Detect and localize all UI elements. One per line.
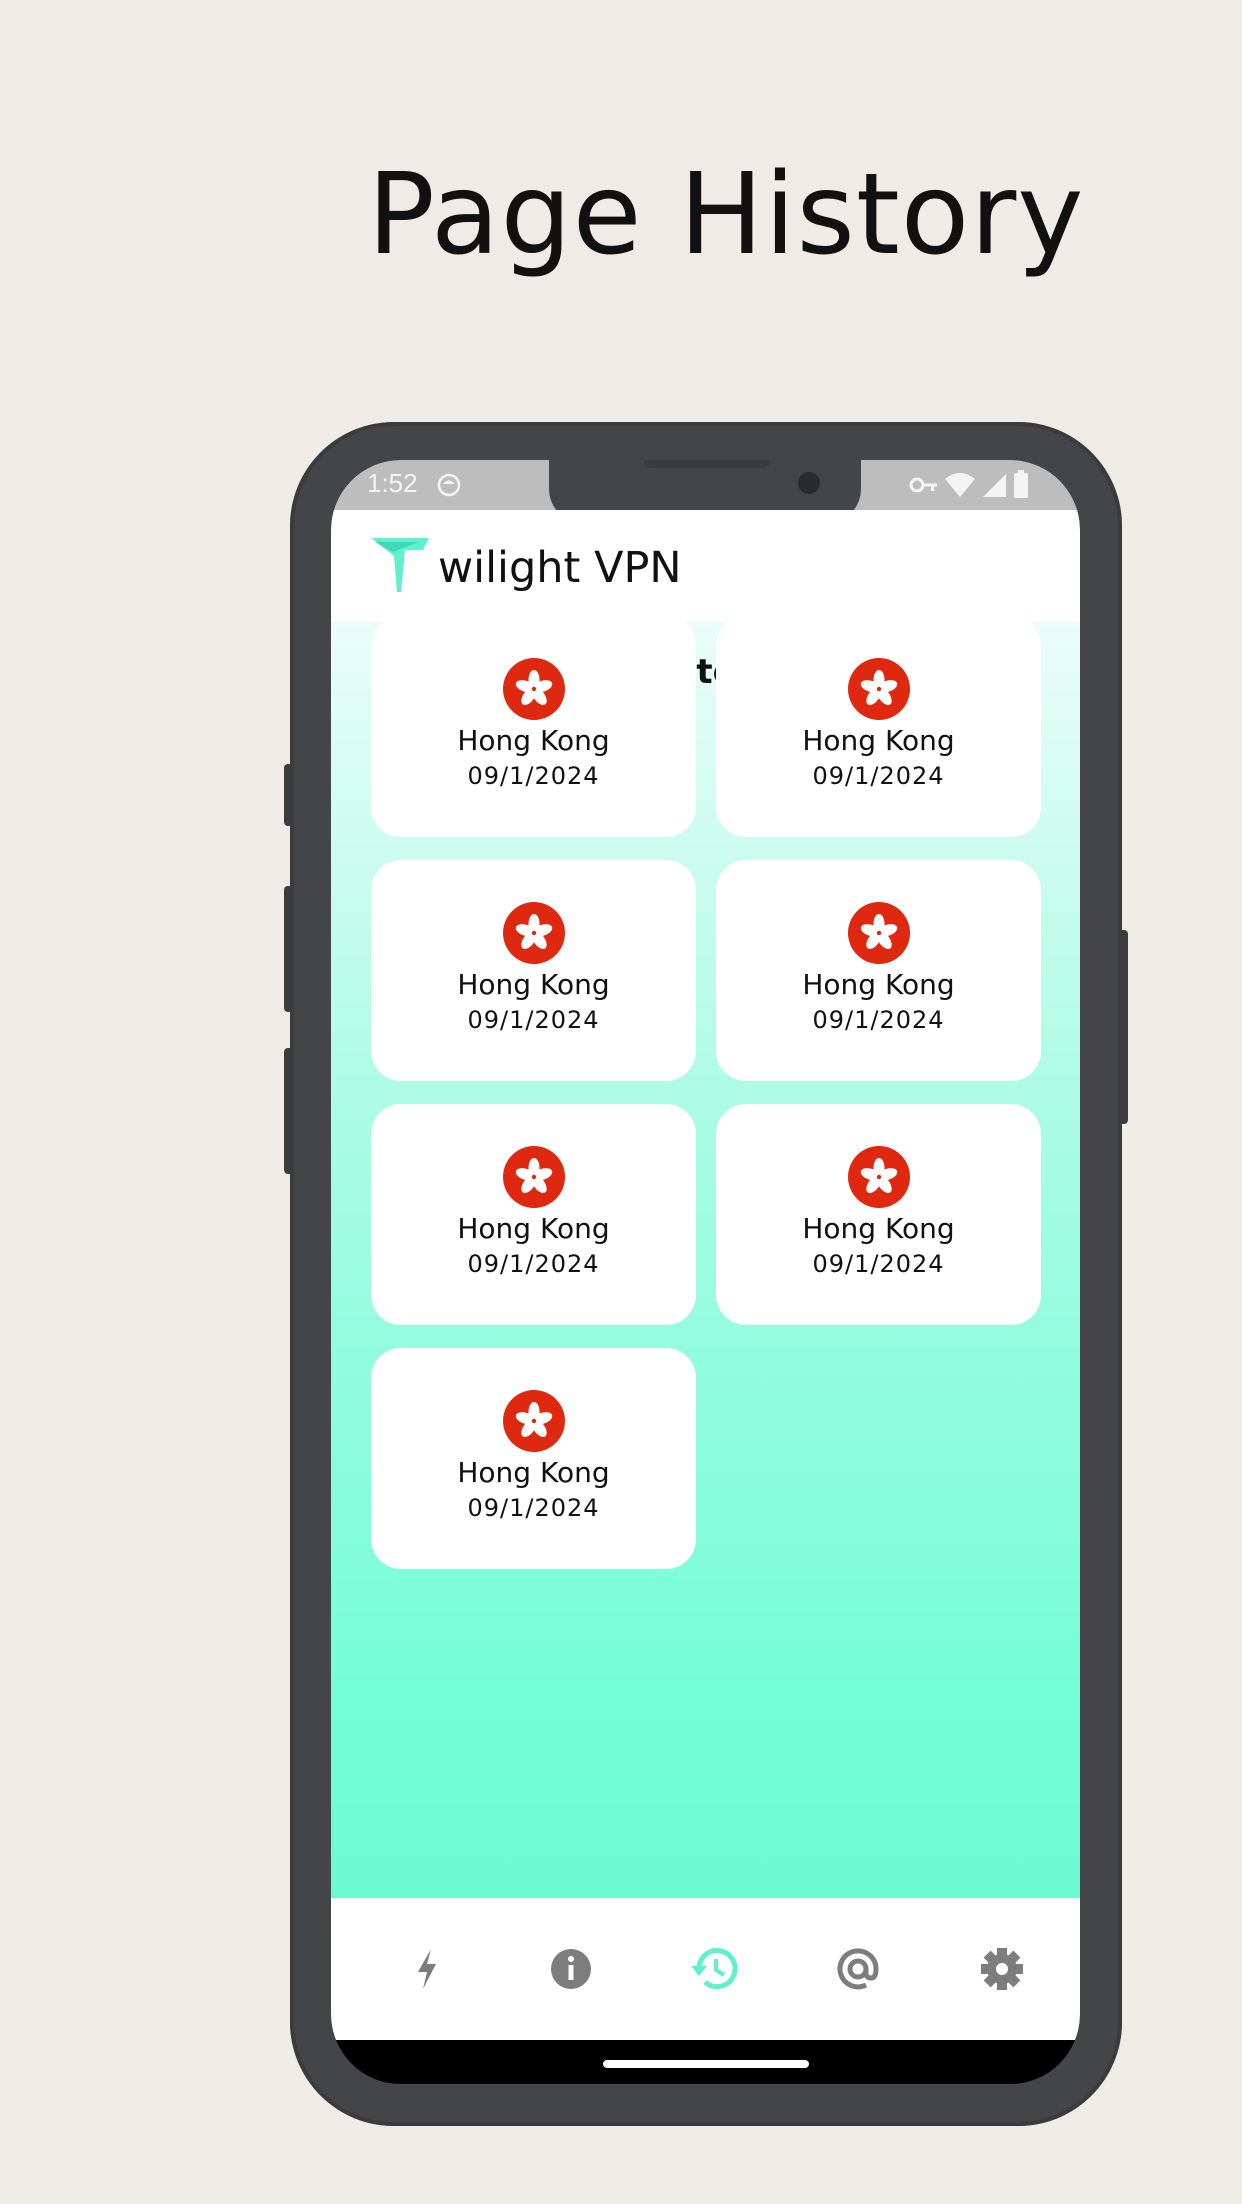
- page-headline: Page History: [367, 150, 1085, 280]
- bolt-icon: [418, 1949, 436, 1989]
- app-header: wilight VPN: [331, 510, 1080, 622]
- hong-kong-flag-icon: [503, 1390, 565, 1452]
- history-content: History Hong Kong 09/1/2024 Hong Kong 09…: [331, 616, 1080, 1898]
- battery-icon: [1014, 470, 1028, 498]
- card-date: 09/1/2024: [467, 1006, 600, 1034]
- card-date: 09/1/2024: [812, 762, 945, 790]
- face-icon: [437, 473, 461, 497]
- phone-side-button: [284, 764, 294, 826]
- bottom-nav: [331, 1898, 1080, 2040]
- phone-volume-up-button: [284, 886, 294, 1012]
- gear-icon: [981, 1948, 1023, 1990]
- front-camera: [798, 472, 820, 494]
- card-country: Hong Kong: [457, 968, 610, 1001]
- history-card[interactable]: Hong Kong 09/1/2024: [716, 1104, 1041, 1325]
- card-date: 09/1/2024: [812, 1006, 945, 1034]
- hong-kong-flag-icon: [503, 902, 565, 964]
- card-country: Hong Kong: [457, 724, 610, 757]
- card-date: 09/1/2024: [467, 762, 600, 790]
- app-title: wilight VPN: [438, 543, 682, 593]
- status-time: 1:52: [367, 468, 418, 498]
- earpiece-speaker: [644, 460, 770, 468]
- signal-icon: [983, 474, 1006, 497]
- card-country: Hong Kong: [457, 1212, 610, 1245]
- twilight-logo-icon: [371, 538, 429, 592]
- card-date: 09/1/2024: [812, 1250, 945, 1278]
- nav-history[interactable]: [685, 1944, 745, 1994]
- vpn-key-icon: [909, 477, 937, 493]
- gesture-bar: [331, 2040, 1080, 2084]
- info-icon: [551, 1949, 591, 1989]
- history-icon: [691, 1948, 738, 1990]
- card-date: 09/1/2024: [467, 1494, 600, 1522]
- history-card[interactable]: Hong Kong 09/1/2024: [371, 860, 696, 1081]
- card-country: Hong Kong: [457, 1456, 610, 1489]
- phone-power-button: [1118, 930, 1128, 1124]
- hong-kong-flag-icon: [503, 1146, 565, 1208]
- history-card[interactable]: Hong Kong 09/1/2024: [716, 616, 1041, 837]
- history-card[interactable]: Hong Kong 09/1/2024: [371, 616, 696, 837]
- phone-volume-down-button: [284, 1048, 294, 1174]
- hong-kong-flag-icon: [848, 902, 910, 964]
- nav-settings[interactable]: [972, 1944, 1032, 1994]
- nav-info[interactable]: [541, 1944, 601, 1994]
- nav-contact[interactable]: [828, 1944, 888, 1994]
- card-country: Hong Kong: [802, 968, 955, 1001]
- hong-kong-flag-icon: [848, 658, 910, 720]
- card-date: 09/1/2024: [467, 1250, 600, 1278]
- card-country: Hong Kong: [802, 1212, 955, 1245]
- wifi-icon: [945, 473, 975, 497]
- nav-connect[interactable]: [397, 1944, 457, 1994]
- card-country: Hong Kong: [802, 724, 955, 757]
- history-card[interactable]: Hong Kong 09/1/2024: [371, 1104, 696, 1325]
- phone-screen: 1:52 wilight VPN History Hong Kong 09/1/…: [331, 460, 1080, 2084]
- at-sign-icon: [837, 1948, 879, 1990]
- history-card[interactable]: Hong Kong 09/1/2024: [371, 1348, 696, 1569]
- hong-kong-flag-icon: [848, 1146, 910, 1208]
- home-indicator[interactable]: [603, 2060, 809, 2068]
- history-card[interactable]: Hong Kong 09/1/2024: [716, 860, 1041, 1081]
- hong-kong-flag-icon: [503, 658, 565, 720]
